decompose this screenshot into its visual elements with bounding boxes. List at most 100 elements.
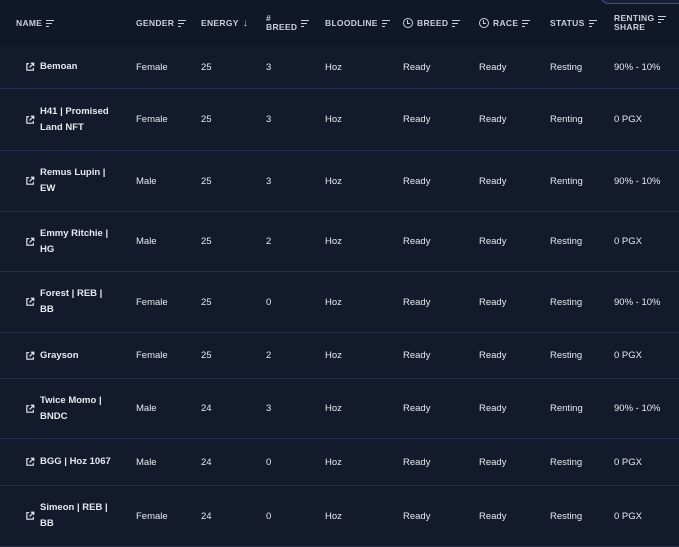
race-status-cell: Ready bbox=[479, 296, 507, 308]
breed-status-cell: Ready bbox=[403, 350, 431, 361]
energy-cell: 25 bbox=[201, 61, 212, 73]
header-status[interactable]: STATUS bbox=[550, 0, 597, 46]
horse-name[interactable]: Bemoan bbox=[40, 46, 112, 88]
horse-name[interactable]: Forest | REB | BB bbox=[40, 272, 112, 332]
breed-status-cell: Ready bbox=[403, 175, 431, 187]
external-link-icon[interactable] bbox=[25, 115, 35, 125]
table-row[interactable]: Forest | REB | BB Female 25 0 Hoz Ready … bbox=[0, 272, 679, 333]
breed-count-cell: 0 bbox=[266, 296, 272, 308]
renting-share-cell: 90% - 10% bbox=[614, 296, 661, 308]
external-link-icon[interactable] bbox=[25, 404, 35, 414]
horse-name[interactable]: Grayson bbox=[40, 333, 112, 378]
bloodline-cell: Hoz bbox=[325, 114, 342, 125]
gender-cell: Male bbox=[136, 236, 157, 247]
sort-icon[interactable] bbox=[301, 19, 310, 27]
horse-name[interactable]: BGG | Hoz 1067 bbox=[40, 439, 112, 485]
energy-cell: 24 bbox=[201, 510, 212, 522]
race-status-cell: Ready bbox=[479, 114, 507, 125]
table-row[interactable]: Twice Momo | BNDC Male 24 3 Hoz Ready Re… bbox=[0, 379, 679, 439]
renting-share-cell: 90% - 10% bbox=[614, 175, 661, 187]
sort-icon[interactable] bbox=[178, 19, 187, 27]
table-row[interactable]: Emmy Ritchie | HG Male 25 2 Hoz Ready Re… bbox=[0, 212, 679, 272]
breed-count-cell: 3 bbox=[266, 175, 272, 187]
energy-cell: 25 bbox=[201, 296, 212, 308]
sort-icon[interactable] bbox=[452, 19, 461, 27]
bloodline-cell: Hoz bbox=[325, 350, 342, 361]
horse-name[interactable]: Simeon | REB | BB bbox=[40, 486, 112, 546]
bloodline-cell: Hoz bbox=[325, 296, 342, 308]
race-status-cell: Ready bbox=[479, 236, 507, 247]
clock-icon bbox=[403, 18, 413, 28]
gender-cell: Female bbox=[136, 296, 168, 308]
gender-cell: Female bbox=[136, 61, 168, 73]
status-cell: Resting bbox=[550, 510, 583, 522]
race-status-cell: Ready bbox=[479, 175, 507, 187]
energy-cell: 25 bbox=[201, 350, 212, 361]
horse-name[interactable]: Twice Momo | BNDC bbox=[40, 379, 112, 438]
header-energy-label: ENERGY bbox=[201, 18, 239, 28]
bloodline-cell: Hoz bbox=[325, 61, 342, 73]
header-name[interactable]: NAME bbox=[16, 0, 55, 46]
renting-share-cell: 0 PGX bbox=[614, 350, 642, 361]
race-status-cell: Ready bbox=[479, 61, 507, 73]
sort-icon[interactable] bbox=[381, 19, 390, 27]
sort-icon[interactable] bbox=[658, 16, 667, 24]
breed-count-cell: 0 bbox=[266, 456, 272, 468]
clock-icon bbox=[479, 18, 489, 28]
breed-status-cell: Ready bbox=[403, 403, 431, 414]
energy-cell: 25 bbox=[201, 236, 212, 247]
external-link-icon[interactable] bbox=[25, 297, 35, 307]
external-link-icon[interactable] bbox=[25, 176, 35, 186]
bloodline-cell: Hoz bbox=[325, 456, 342, 468]
header-breed-timer[interactable]: BREED bbox=[403, 0, 461, 46]
gender-cell: Male bbox=[136, 456, 157, 468]
status-cell: Resting bbox=[550, 456, 583, 468]
renting-share-cell: 0 PGX bbox=[614, 510, 642, 522]
horse-name[interactable]: Remus Lupin | EW bbox=[40, 151, 112, 211]
header-gender[interactable]: GENDER bbox=[136, 0, 187, 46]
renting-share-cell: 0 PGX bbox=[614, 236, 642, 247]
header-energy[interactable]: ENERGY ↓ bbox=[201, 0, 248, 46]
arrow-down-icon[interactable]: ↓ bbox=[243, 18, 248, 29]
table-row[interactable]: Bemoan Female 25 3 Hoz Ready Ready Resti… bbox=[0, 46, 679, 89]
sort-icon[interactable] bbox=[46, 19, 55, 27]
bloodline-cell: Hoz bbox=[325, 175, 342, 187]
external-link-icon[interactable] bbox=[25, 62, 35, 72]
external-link-icon[interactable] bbox=[25, 351, 35, 361]
table-row[interactable]: Simeon | REB | BB Female 24 0 Hoz Ready … bbox=[0, 486, 679, 547]
breed-count-cell: 0 bbox=[266, 510, 272, 522]
header-race-timer[interactable]: RACE bbox=[479, 0, 531, 46]
gender-cell: Male bbox=[136, 403, 157, 414]
energy-cell: 24 bbox=[201, 403, 212, 414]
header-race-timer-label: RACE bbox=[493, 18, 519, 28]
table-row[interactable]: Grayson Female 25 2 Hoz Ready Ready Rest… bbox=[0, 333, 679, 379]
energy-cell: 24 bbox=[201, 456, 212, 468]
sort-icon[interactable] bbox=[522, 19, 531, 27]
status-cell: Resting bbox=[550, 296, 583, 308]
horse-name[interactable]: Emmy Ritchie | HG bbox=[40, 212, 112, 271]
header-breed-count-label: BREED bbox=[266, 22, 298, 32]
status-cell: Renting bbox=[550, 175, 583, 187]
race-status-cell: Ready bbox=[479, 510, 507, 522]
bloodline-cell: Hoz bbox=[325, 510, 342, 522]
breed-count-cell: 3 bbox=[266, 114, 272, 125]
renting-share-cell: 0 PGX bbox=[614, 456, 642, 468]
breed-status-cell: Ready bbox=[403, 456, 431, 468]
bloodline-cell: Hoz bbox=[325, 403, 342, 414]
gender-cell: Female bbox=[136, 510, 168, 522]
table-row[interactable]: Remus Lupin | EW Male 25 3 Hoz Ready Rea… bbox=[0, 151, 679, 212]
sort-icon[interactable] bbox=[588, 19, 597, 27]
breed-status-cell: Ready bbox=[403, 236, 431, 247]
header-renting-share[interactable]: RENTING SHARE bbox=[614, 0, 667, 46]
header-breed-count[interactable]: # BREED bbox=[266, 0, 310, 46]
table-row[interactable]: H41 | Promised Land NFT Female 25 3 Hoz … bbox=[0, 89, 679, 151]
breed-count-cell: 2 bbox=[266, 350, 272, 361]
external-link-icon[interactable] bbox=[25, 511, 35, 521]
external-link-icon[interactable] bbox=[25, 237, 35, 247]
table-row[interactable]: BGG | Hoz 1067 Male 24 0 Hoz Ready Ready… bbox=[0, 439, 679, 486]
external-link-icon[interactable] bbox=[25, 457, 35, 467]
status-cell: Resting bbox=[550, 350, 583, 361]
horse-name[interactable]: H41 | Promised Land NFT bbox=[40, 89, 112, 150]
header-bloodline[interactable]: BLOODLINE bbox=[325, 0, 390, 46]
breed-count-cell: 3 bbox=[266, 61, 272, 73]
